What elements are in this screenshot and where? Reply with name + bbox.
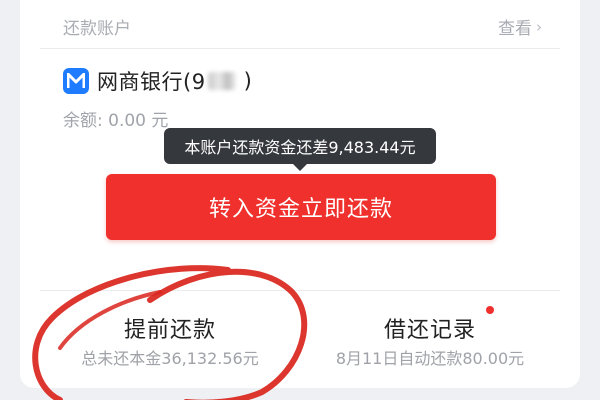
view-account-link[interactable]: 查看 › <box>498 14 542 40</box>
shortfall-tooltip: 本账户还款资金还差9,483.44元 <box>164 128 436 171</box>
bottom-actions: 提前还款 总未还本金36,132.56元 借还记录 8月11日自动还款80.00… <box>40 292 560 400</box>
bank-name: 网商银行(9 <box>97 70 206 94</box>
view-link-label: 查看 <box>498 19 532 39</box>
tooltip-text: 本账户还款资金还差9,483.44元 <box>184 138 416 157</box>
chevron-right-icon: › <box>536 17 542 36</box>
records-subtitle: 8月11日自动还款80.00元 <box>335 349 525 368</box>
tooltip-arrow <box>293 164 307 171</box>
account-balance: 余额: 0.00 元 <box>63 111 169 131</box>
records-title: 借还记录 <box>383 318 476 343</box>
prepayment-title: 提前还款 <box>123 318 216 343</box>
bank-account-row: 网商银行(9 ) <box>63 66 252 96</box>
masked-account-number <box>207 72 236 90</box>
notification-dot <box>486 306 494 314</box>
divider <box>40 290 560 291</box>
loan-repayment-records-button[interactable]: 借还记录 8月11日自动还款80.00元 <box>300 292 560 400</box>
prepayment-button[interactable]: 提前还款 总未还本金36,132.56元 <box>40 292 300 400</box>
divider <box>40 48 560 49</box>
section-title-repayment-account: 还款账户 <box>63 19 131 39</box>
mybank-logo-icon <box>63 68 89 94</box>
prepayment-subtitle: 总未还本金36,132.56元 <box>81 349 259 368</box>
bank-name-suffix: ) <box>243 69 253 93</box>
transfer-and-repay-button[interactable]: 转入资金立即还款 <box>106 174 496 240</box>
